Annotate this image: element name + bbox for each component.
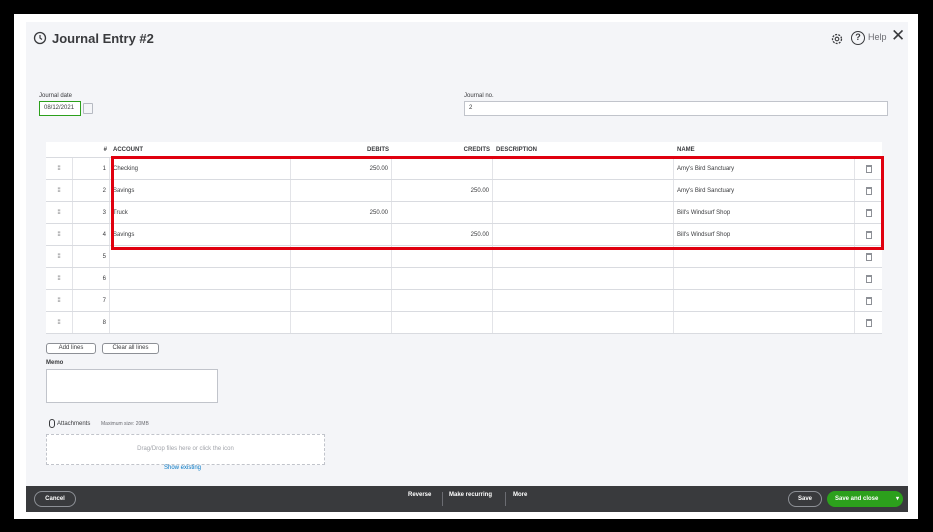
delete-line-cell (855, 290, 882, 311)
cell-name[interactable] (674, 290, 855, 311)
cell-num: 7 (73, 290, 110, 311)
more-button[interactable]: More (513, 492, 527, 498)
drag-handle-icon[interactable]: ⁞⁞ (46, 180, 73, 201)
clear-all-lines-button[interactable]: Clear all lines (102, 343, 159, 354)
footer-bar: Cancel Reverse Make recurring More Save … (26, 486, 908, 512)
cell-account[interactable] (110, 290, 291, 311)
cancel-button[interactable]: Cancel (34, 491, 76, 507)
drag-handle-icon[interactable]: ⁞⁞ (46, 312, 73, 333)
cell-num: 2 (73, 180, 110, 201)
delete-line-cell (855, 312, 882, 333)
cell-description[interactable] (493, 290, 674, 311)
save-and-close-button[interactable]: Save and close ▾ (827, 491, 903, 507)
cell-name[interactable] (674, 312, 855, 333)
journal-no-field[interactable]: 2 (464, 101, 888, 116)
cell-description[interactable] (493, 268, 674, 289)
cell-num: 4 (73, 224, 110, 245)
cell-account[interactable] (110, 312, 291, 333)
screenshot-frame: Journal Entry #2 ? Help ✕ Journal date 0… (0, 0, 933, 532)
highlight-box (111, 156, 884, 250)
cell-credits[interactable] (392, 268, 493, 289)
help-label[interactable]: Help (868, 32, 887, 42)
reverse-button[interactable]: Reverse (408, 492, 431, 498)
trash-icon[interactable] (866, 319, 872, 327)
column-header-debits: DEBITS (366, 146, 389, 153)
memo-field[interactable] (46, 369, 218, 403)
table-row[interactable]: ⁞⁞ 7 (46, 290, 882, 312)
journal-date-label: Journal date (39, 93, 73, 99)
chevron-down-icon[interactable]: ▾ (896, 491, 899, 507)
attachments-label: Attachments (57, 421, 91, 427)
cell-num: 5 (73, 246, 110, 267)
cell-name[interactable] (674, 268, 855, 289)
journal-date-field[interactable]: 08/12/2021 (39, 101, 81, 116)
journal-entry-window: Journal Entry #2 ? Help ✕ Journal date 0… (26, 22, 908, 512)
footer-divider (505, 492, 506, 506)
trash-icon[interactable] (866, 297, 872, 305)
cell-debits[interactable] (291, 312, 392, 333)
history-icon[interactable] (33, 31, 47, 45)
cell-num: 8 (73, 312, 110, 333)
column-header-account: ACCOUNT (113, 146, 143, 153)
save-and-close-label: Save and close (835, 496, 879, 502)
save-button[interactable]: Save (788, 491, 822, 507)
trash-icon[interactable] (866, 253, 872, 261)
page-title: Journal Entry #2 (52, 31, 154, 46)
drag-handle-icon[interactable]: ⁞⁞ (46, 246, 73, 267)
delete-line-cell (855, 268, 882, 289)
close-icon[interactable]: ✕ (891, 26, 905, 46)
drag-handle-icon[interactable]: ⁞⁞ (46, 224, 73, 245)
paperclip-icon[interactable] (49, 419, 55, 428)
calendar-icon[interactable] (83, 103, 93, 114)
cell-num: 3 (73, 202, 110, 223)
make-recurring-button[interactable]: Make recurring (449, 492, 492, 498)
show-existing-link[interactable]: Show existing (164, 465, 201, 471)
gear-icon[interactable] (830, 32, 844, 46)
drag-handle-icon[interactable]: ⁞⁞ (46, 268, 73, 289)
cell-debits[interactable] (291, 268, 392, 289)
add-lines-button[interactable]: Add lines (46, 343, 96, 354)
drag-handle-icon[interactable]: ⁞⁞ (46, 202, 73, 223)
cell-description[interactable] (493, 312, 674, 333)
memo-label: Memo (46, 360, 64, 366)
cell-account[interactable] (110, 268, 291, 289)
max-size-note: Maximum size: 20MB (101, 421, 149, 427)
trash-icon[interactable] (866, 275, 872, 283)
help-icon[interactable]: ? (851, 31, 865, 45)
column-header-description: DESCRIPTION (496, 146, 538, 153)
cell-credits[interactable] (392, 312, 493, 333)
cell-credits[interactable] (392, 290, 493, 311)
column-header-num: # (103, 146, 107, 153)
cell-num: 1 (73, 158, 110, 179)
table-row[interactable]: ⁞⁞ 8 (46, 312, 882, 334)
column-header-name: NAME (677, 146, 695, 153)
column-header-credits: CREDITS (463, 146, 490, 153)
drag-handle-icon[interactable]: ⁞⁞ (46, 158, 73, 179)
cell-num: 6 (73, 268, 110, 289)
cell-debits[interactable] (291, 290, 392, 311)
journal-no-label: Journal no. (464, 93, 494, 99)
attachment-dropzone[interactable]: Drag/Drop files here or click the icon (46, 434, 325, 465)
table-row[interactable]: ⁞⁞ 6 (46, 268, 882, 290)
drag-handle-icon[interactable]: ⁞⁞ (46, 290, 73, 311)
footer-divider (442, 492, 443, 506)
header: Journal Entry #2 ? Help ✕ (26, 22, 908, 64)
